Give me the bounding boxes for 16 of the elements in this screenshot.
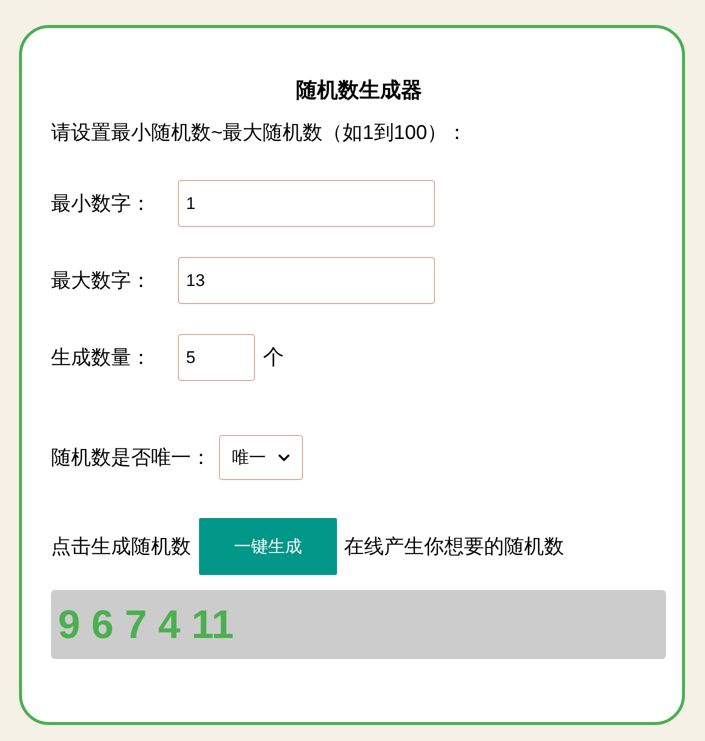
number-field[interactable]: 13 xyxy=(178,257,435,304)
unit-label: 个 xyxy=(263,344,284,371)
generate-button[interactable]: 一键生成 xyxy=(199,518,337,575)
chevron-down-icon xyxy=(278,454,290,462)
field-label: 最大数字： xyxy=(51,268,152,294)
instruction-text: 请设置最小随机数~最大随机数（如1到100）： xyxy=(51,121,468,146)
result-numbers: 9 6 7 4 11 xyxy=(58,602,234,648)
number-field[interactable]: 5 xyxy=(178,334,255,381)
page-title: 随机数生成器 xyxy=(296,78,422,104)
field-label: 最小数字： xyxy=(51,192,152,216)
unique-select[interactable]: 唯一 xyxy=(219,435,303,480)
generate-description: 在线产生你想要的随机数 xyxy=(344,534,564,560)
number-field[interactable]: 1 xyxy=(178,180,435,227)
field-label: 生成数量： xyxy=(51,346,152,370)
generate-hint: 点击生成随机数 xyxy=(51,534,191,560)
unique-label: 随机数是否唯一： xyxy=(51,446,211,470)
